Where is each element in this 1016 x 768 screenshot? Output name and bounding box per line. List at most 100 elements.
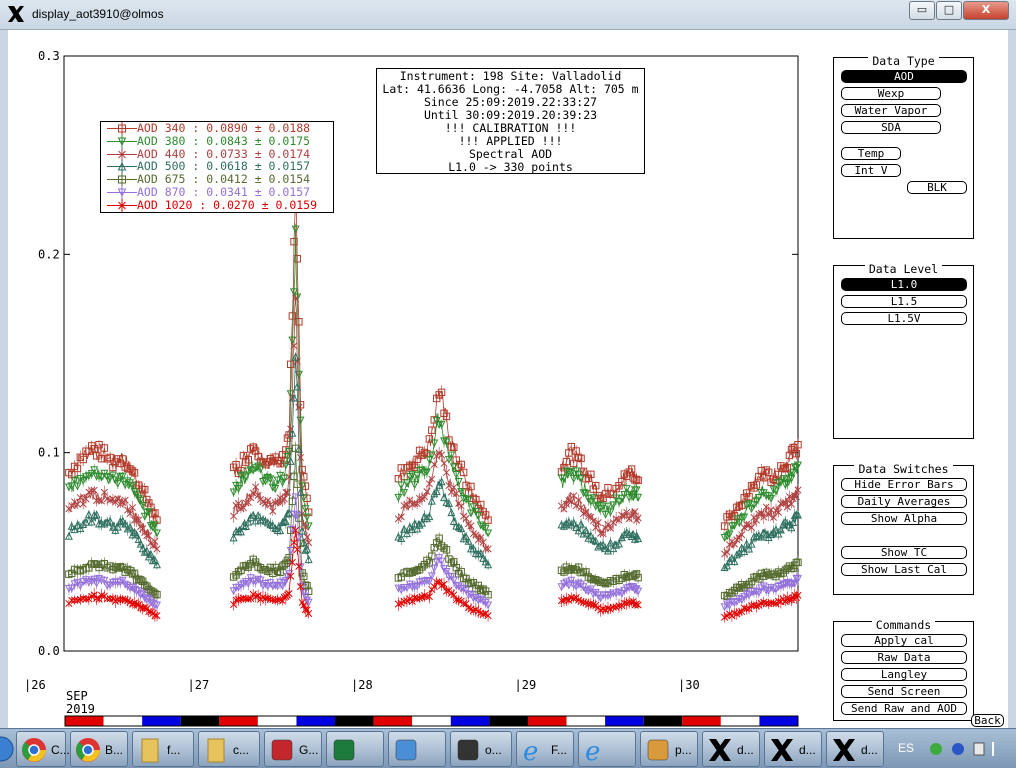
apply-cal-button[interactable]: Apply cal [841, 634, 967, 647]
svg-text:e: e [523, 737, 538, 764]
day-tick-label: |29 [515, 678, 537, 692]
taskbar-item-label: p... [675, 743, 692, 757]
close-button[interactable]: X [963, 1, 1009, 20]
langley-button[interactable]: Langley [841, 668, 967, 681]
panel-title: Data Level [864, 262, 943, 276]
wexp-button[interactable]: Wexp [841, 87, 941, 100]
day-tick-label: |27 [188, 678, 210, 692]
send-screen-button[interactable]: Send Screen [841, 685, 967, 698]
language-indicator[interactable]: ES [898, 741, 914, 755]
taskbar-item-x-1[interactable]: d... [702, 731, 760, 767]
water-vapor-button[interactable]: Water Vapor [841, 104, 941, 117]
panel-title: Commands [871, 618, 936, 632]
taskbar-item-ie-2[interactable]: e [578, 731, 636, 767]
day-bar-segment [489, 716, 528, 726]
day-color-bar [64, 715, 799, 727]
l1-5v-button[interactable]: L1.5V [841, 312, 967, 325]
legend-label: AOD 870 : 0.0341 ± 0.0157 [137, 184, 311, 199]
legend-label: AOD 340 : 0.0890 ± 0.0188 [137, 121, 311, 135]
legend: AOD 340 : 0.0890 ± 0.0188 AOD 380 : 0.084… [100, 121, 334, 213]
paint-icon [647, 739, 669, 761]
month-label: SEP [66, 689, 88, 703]
day-bar-segment [257, 716, 297, 726]
day-tick-label: |28 [351, 678, 373, 692]
commands-panel: Commands Apply cal Raw Data Langley Send… [833, 618, 974, 721]
aod-button[interactable]: AOD [841, 70, 967, 83]
legend-marker-icon [107, 173, 137, 187]
y-tick-label: 0.0 [38, 644, 60, 658]
x-1-icon [709, 739, 731, 761]
taskbar-item-label: G... [299, 743, 319, 757]
taskbar: C... B... f... c... G... o... e F... e p... d... d.… [0, 728, 1016, 768]
taskbar-item-label: B... [105, 743, 124, 757]
day-bar-segment [65, 716, 104, 726]
day-bar-segment [450, 716, 490, 726]
blk-button[interactable]: BLK [907, 181, 967, 194]
taskbar-item-ie-1[interactable]: e F... [516, 731, 574, 767]
int-v-button[interactable]: Int V [841, 164, 901, 177]
hide-error-bars-button[interactable]: Hide Error Bars [841, 478, 967, 491]
taskbar-item-label: d... [861, 743, 878, 757]
ie-1-icon: e [523, 737, 538, 764]
legend-entry: AOD 340 : 0.0890 ± 0.0188 [101, 122, 333, 135]
taskbar-item-label: d... [799, 743, 816, 757]
chrome-1-icon [22, 738, 46, 762]
taskbar-item-network[interactable] [388, 731, 446, 767]
taskbar-item-terminal[interactable]: o... [450, 731, 512, 767]
taskbar-item-label: c... [233, 743, 250, 757]
excel-icon [333, 739, 355, 761]
folder-1-icon [141, 738, 159, 763]
taskbar-item-folder-1[interactable]: f... [132, 731, 194, 767]
back-button[interactable]: Back [971, 714, 1004, 727]
l1-5-button[interactable]: L1.5 [841, 295, 967, 308]
taskbar-item-x-3[interactable]: d... [826, 731, 884, 767]
l1-0-button[interactable]: L1.0 [841, 278, 967, 291]
window-title: display_aot3910@olmos [32, 7, 164, 21]
system-tray-icons[interactable] [926, 739, 1006, 759]
svg-text:e: e [585, 737, 600, 764]
day-bar-segment [142, 716, 181, 726]
day-bar-segment [759, 716, 798, 726]
legend-marker-icon [107, 134, 137, 148]
show-alpha-button[interactable]: Show Alpha [841, 512, 967, 525]
sda-button[interactable]: SDA [841, 121, 941, 134]
folder-2-icon [207, 738, 225, 763]
taskbar-item-label: F... [551, 743, 568, 757]
legend-label: AOD 380 : 0.0843 ± 0.0175 [137, 133, 311, 148]
send-raw-and-aod-button[interactable]: Send Raw and AOD [841, 702, 967, 715]
legend-marker-icon [107, 122, 137, 135]
maximize-button[interactable]: □ [936, 1, 962, 20]
legend-entry: AOD 380 : 0.0843 ± 0.0175 [101, 133, 333, 148]
daily-averages-button[interactable]: Daily Averages [841, 495, 967, 508]
taskbar-item-label: C... [51, 743, 70, 757]
day-bar-segment [180, 716, 220, 726]
taskbar-item-paint[interactable]: p... [640, 731, 698, 767]
minimize-button[interactable]: ▭ [909, 1, 935, 20]
title-bar[interactable]: display_aot3910@olmos ▭ □ X [0, 0, 1016, 30]
taskbar-item-x-2[interactable]: d... [764, 731, 822, 767]
taskbar-item-chrome-2[interactable]: B... [70, 731, 128, 767]
taskbar-item-folder-2[interactable]: c... [198, 731, 260, 767]
show-last-cal-button[interactable]: Show Last Cal [841, 563, 967, 576]
legend-marker-icon [107, 147, 137, 161]
taskbar-item-label: f... [167, 743, 181, 757]
day-bar-segment [643, 716, 683, 726]
taskbar-item-pdf[interactable]: G... [264, 731, 322, 767]
taskbar-item-chrome-1[interactable]: C... [16, 731, 70, 767]
pdf-icon [271, 739, 293, 761]
y-tick-label: 0.3 [38, 49, 60, 63]
instrument-info-box: Instrument: 198 Site: Valladolid Lat: 41… [376, 68, 645, 174]
legend-entry: AOD 870 : 0.0341 ± 0.0157 [101, 186, 333, 199]
data-level-panel: Data Level L1.0 L1.5 L1.5V [833, 262, 974, 439]
y-tick-label: 0.2 [38, 247, 60, 261]
taskbar-item-excel[interactable] [326, 731, 384, 767]
start-orb-icon[interactable] [0, 736, 14, 762]
day-tick-label: |26 [24, 678, 46, 692]
day-bar-segment [720, 716, 760, 726]
day-bar-segment [412, 716, 451, 726]
show-tc-button[interactable]: Show TC [841, 546, 967, 559]
network-icon [395, 739, 417, 761]
raw-data-button[interactable]: Raw Data [841, 651, 967, 664]
temp-button[interactable]: Temp [841, 147, 901, 160]
legend-label: AOD 1020 : 0.0270 ± 0.0159 [137, 197, 318, 212]
